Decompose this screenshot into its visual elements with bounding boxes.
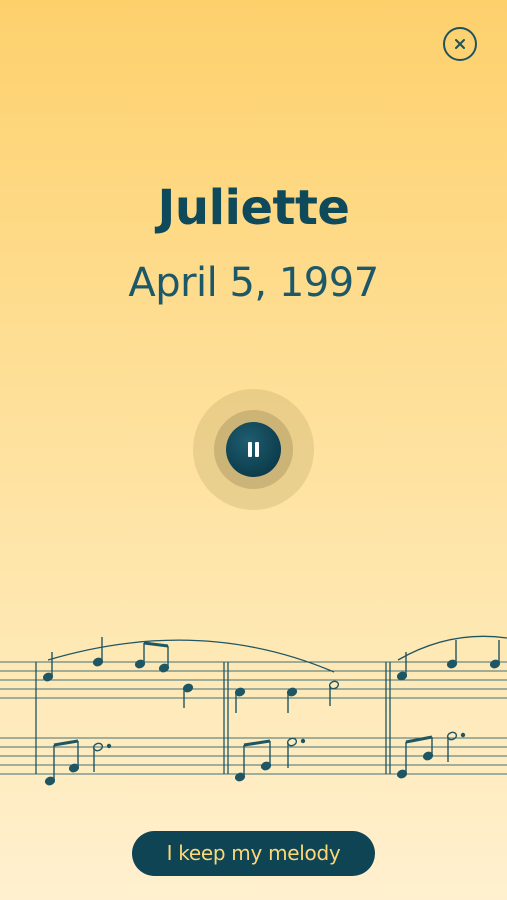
pause-button[interactable] xyxy=(226,422,281,477)
keep-melody-button[interactable]: I keep my melody xyxy=(132,831,375,876)
close-icon xyxy=(455,39,465,49)
birth-date: April 5, 1997 xyxy=(128,260,379,306)
pause-icon xyxy=(248,442,252,457)
sheet-music xyxy=(0,635,507,786)
close-button[interactable] xyxy=(443,27,477,61)
person-name: Juliette xyxy=(157,180,350,236)
pause-icon-bar xyxy=(255,442,259,457)
melody-screen: Juliette April 5, 1997 I keep my melody xyxy=(0,0,507,900)
